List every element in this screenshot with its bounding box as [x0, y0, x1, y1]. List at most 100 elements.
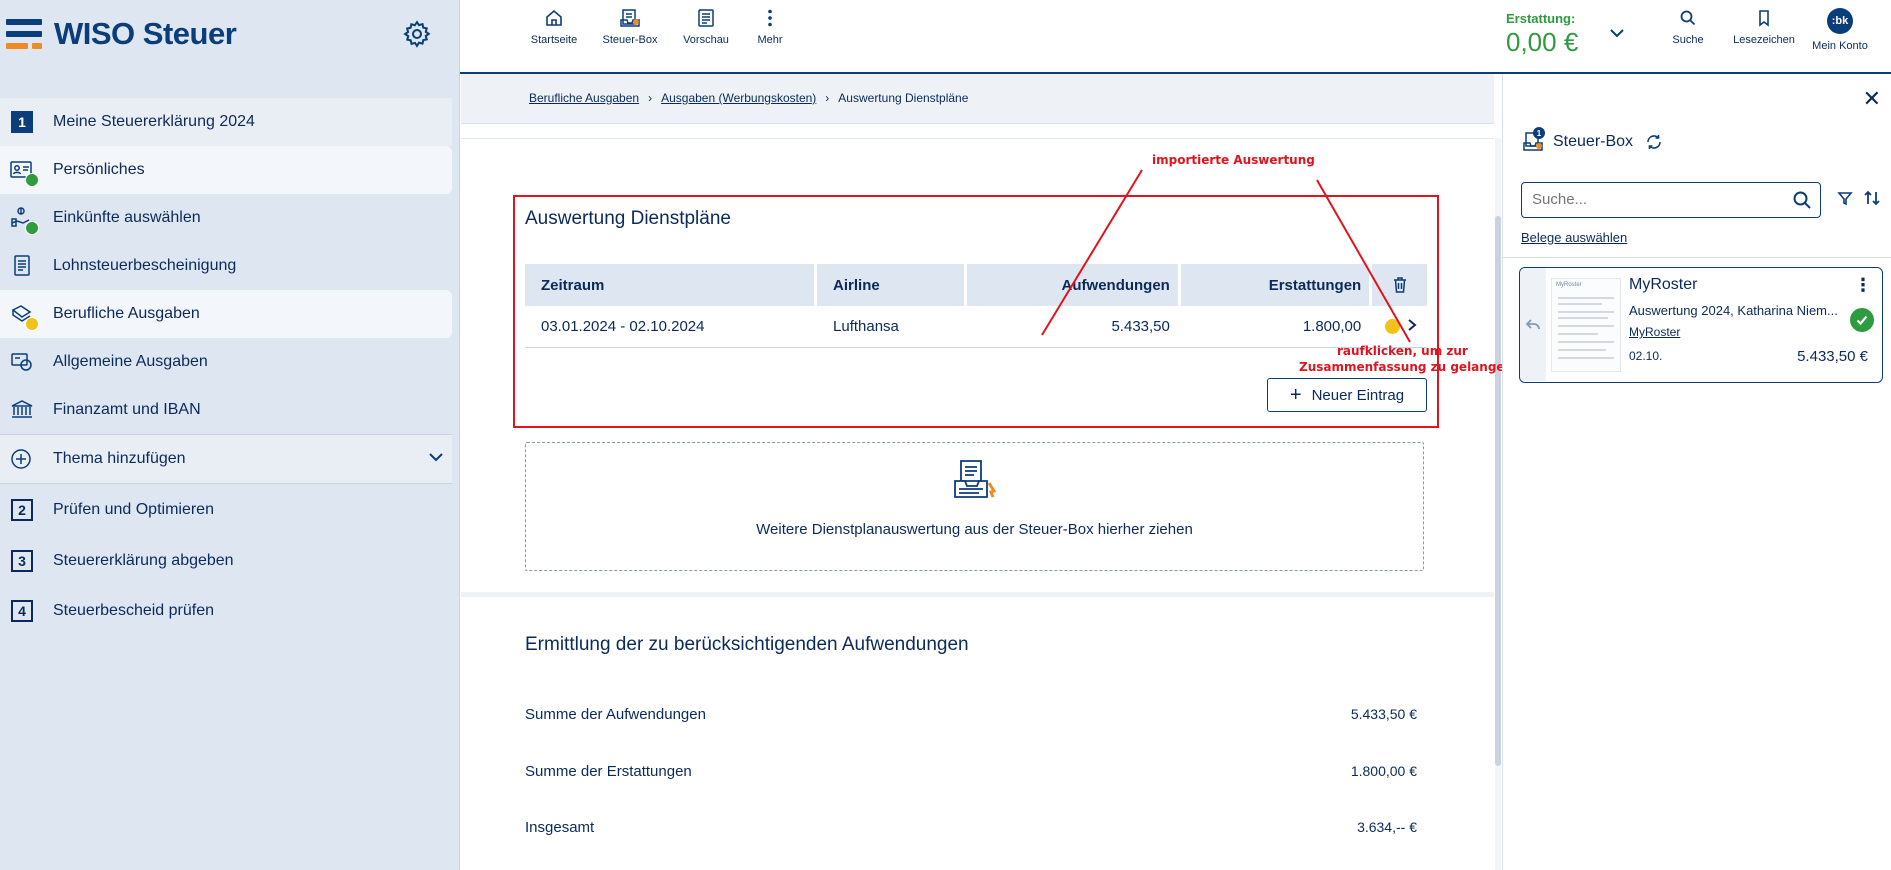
cell-zeitraum: 03.01.2024 - 02.10.2024	[541, 318, 705, 335]
wiso-logo[interactable]: WISO Steuer	[6, 16, 237, 52]
sidebar-item-label: Steuerbescheid prüfen	[53, 602, 214, 619]
sidebar-item-pruefen[interactable]: 2 Prüfen und Optimieren	[0, 484, 452, 536]
search-input[interactable]	[1532, 183, 1782, 215]
sidebar-item-abgeben[interactable]: 3 Steuererklärung abgeben	[0, 536, 452, 586]
document-thumbnail: MyRoster	[1551, 278, 1621, 372]
steuerbox-label: Steuer-Box	[602, 34, 658, 46]
dropzone-text: Weitere Dienstplanauswertung aus der Ste…	[756, 521, 1193, 538]
close-icon[interactable]: ✕	[1863, 86, 1881, 112]
home-button[interactable]: Startseite	[518, 8, 590, 46]
search-label: Suche	[1672, 34, 1704, 46]
column-header-erstattungen[interactable]: Erstattungen	[1180, 264, 1370, 306]
steuerbox-button[interactable]: Steuer-Box	[594, 8, 666, 46]
preview-label: Vorschau	[683, 34, 729, 46]
sidebar-item-finanzamt[interactable]: Finanzamt und IBAN	[0, 386, 452, 434]
document-link[interactable]: MyRoster	[1629, 325, 1680, 339]
search-icon[interactable]	[1792, 190, 1812, 215]
column-header-airline[interactable]: Airline	[817, 264, 964, 306]
logo-text: WISO Steuer	[54, 16, 237, 51]
breadcrumb-bar: Berufliche Ausgaben › Ausgaben (Werbungs…	[461, 74, 1494, 124]
search-icon	[1680, 10, 1696, 26]
more-button[interactable]: Mehr	[734, 8, 806, 46]
sidebar-item-allgemeine-ausgaben[interactable]: Allgemeine Ausgaben	[0, 338, 452, 386]
delete-column-header[interactable]	[1372, 264, 1427, 306]
sidebar-item-berufliche-ausgaben[interactable]: Berufliche Ausgaben	[0, 290, 452, 338]
section-divider	[461, 138, 1494, 139]
more-vertical-icon[interactable]: ⋮	[1854, 276, 1872, 294]
plus-icon: +	[1289, 384, 1302, 406]
breadcrumb-link-berufliche-ausgaben[interactable]: Berufliche Ausgaben	[529, 91, 639, 105]
filter-icon[interactable]	[1837, 190, 1853, 211]
sidebar-item-label: Einkünfte auswählen	[53, 209, 201, 226]
thumb-text: MyRoster	[1556, 282, 1582, 288]
more-vertical-icon	[768, 9, 772, 27]
sidebar-item-einkuenfte[interactable]: Einkünfte auswählen	[0, 194, 452, 242]
step-number: 3	[11, 550, 33, 572]
preview-icon	[698, 9, 714, 27]
sidebar-item-label: Allgemeine Ausgaben	[53, 353, 208, 370]
annotation-click-line2: Zusammenfassung zu gelangen	[1299, 360, 1514, 374]
coins-icon	[9, 349, 35, 375]
refresh-icon	[1647, 135, 1661, 149]
chevron-down-icon[interactable]	[428, 449, 444, 470]
column-header-aufwendungen[interactable]: Aufwendungen	[966, 264, 1178, 306]
steuerbox-title: Steuer-Box	[1553, 133, 1634, 150]
sidebar-item-label: Thema hinzufügen	[53, 450, 186, 467]
avatar: :bk	[1827, 8, 1853, 34]
section-title: Ermittlung der zu berücksichtigenden Auf…	[525, 634, 969, 655]
reply-arrow-icon	[1525, 319, 1540, 330]
account-button[interactable]: :bk Mein Konto	[1804, 8, 1876, 52]
dropzone[interactable]: Weitere Dienstplanauswertung aus der Ste…	[525, 442, 1424, 571]
plus-circle-icon	[9, 446, 35, 472]
summary-label: Summe der Erstattungen	[525, 763, 692, 780]
column-header-zeitraum[interactable]: Zeitraum	[525, 264, 815, 306]
sidebar-item-steuererklaerung[interactable]: 1 Meine Steuererklärung 2024	[0, 98, 452, 146]
bookmarks-button[interactable]: Lesezeichen	[1728, 8, 1800, 46]
summary-row: Insgesamt 3.634,-- €	[525, 819, 1417, 836]
drop-document-icon	[954, 460, 997, 498]
table-header: Zeitraum Airline Aufwendungen Erstattung…	[525, 264, 1427, 306]
select-documents-link[interactable]: Belege auswählen	[1521, 230, 1627, 245]
table-row[interactable]: 03.01.2024 - 02.10.2024 Lufthansa 5.433,…	[525, 306, 1427, 348]
chevron-right-icon: ›	[648, 91, 653, 105]
steuerbox-search	[1521, 182, 1821, 218]
steuerbox-panel: ✕ Steuer-Box 1 Belege auswählen MyRoster…	[1502, 74, 1891, 870]
search-button[interactable]: Suche	[1652, 8, 1724, 46]
sidebar-item-thema-hinzufuegen[interactable]: Thema hinzufügen	[0, 435, 452, 483]
id-card-icon	[9, 157, 39, 187]
account-label: Mein Konto	[1812, 40, 1868, 52]
cell-erstattungen: 1.800,00	[1302, 318, 1362, 335]
summary-value: 1.800,00 €	[1350, 763, 1417, 779]
drag-handle[interactable]	[1520, 268, 1546, 381]
home-label: Startseite	[530, 34, 578, 46]
new-entry-label: Neuer Eintrag	[1311, 386, 1405, 404]
sidebar-item-label: Lohnsteuerbescheinigung	[53, 257, 237, 274]
sidebar-nav: 1 Meine Steuererklärung 2024 Persönliche…	[0, 98, 452, 636]
summary-label: Insgesamt	[525, 819, 595, 836]
bank-icon	[9, 397, 35, 423]
trash-icon	[1393, 277, 1406, 293]
document-card[interactable]: MyRoster MyRoster Auswertung 2024, Katha…	[1519, 267, 1883, 383]
breadcrumb-current: Auswertung Dienstpläne	[838, 91, 969, 105]
sort-icon[interactable]	[1863, 190, 1881, 211]
chevron-down-icon[interactable]	[1608, 24, 1626, 47]
dienstplan-table: Zeitraum Airline Aufwendungen Erstattung…	[525, 264, 1427, 348]
summary-row: Summe der Aufwendungen 5.433,50 €	[525, 706, 1417, 723]
new-entry-button[interactable]: + Neuer Eintrag	[1267, 378, 1427, 412]
gear-icon[interactable]	[402, 19, 432, 49]
preview-button[interactable]: Vorschau	[670, 8, 742, 46]
sidebar-item-lohnsteuer[interactable]: Lohnsteuerbescheinigung	[0, 242, 452, 290]
scrollbar-thumb[interactable]	[1495, 216, 1501, 766]
chevron-right-icon[interactable]	[1406, 318, 1418, 336]
sidebar-item-steuerbescheid[interactable]: 4 Steuerbescheid prüfen	[0, 586, 452, 636]
more-label: Mehr	[757, 34, 783, 46]
breadcrumb-link-werbungskosten[interactable]: Ausgaben (Werbungskosten)	[661, 91, 816, 105]
scrollbar[interactable]	[1495, 138, 1501, 870]
sidebar-item-persoenliches[interactable]: Persönliches	[0, 146, 452, 194]
step-number: 1	[11, 111, 33, 133]
document-date: 02.10.	[1629, 349, 1663, 363]
sidebar-item-label: Steuererklärung abgeben	[53, 552, 234, 569]
briefcase-icon	[9, 301, 39, 331]
refund-value: 0,00 €	[1506, 27, 1579, 57]
summary-row: Summe der Erstattungen 1.800,00 €	[525, 763, 1417, 780]
